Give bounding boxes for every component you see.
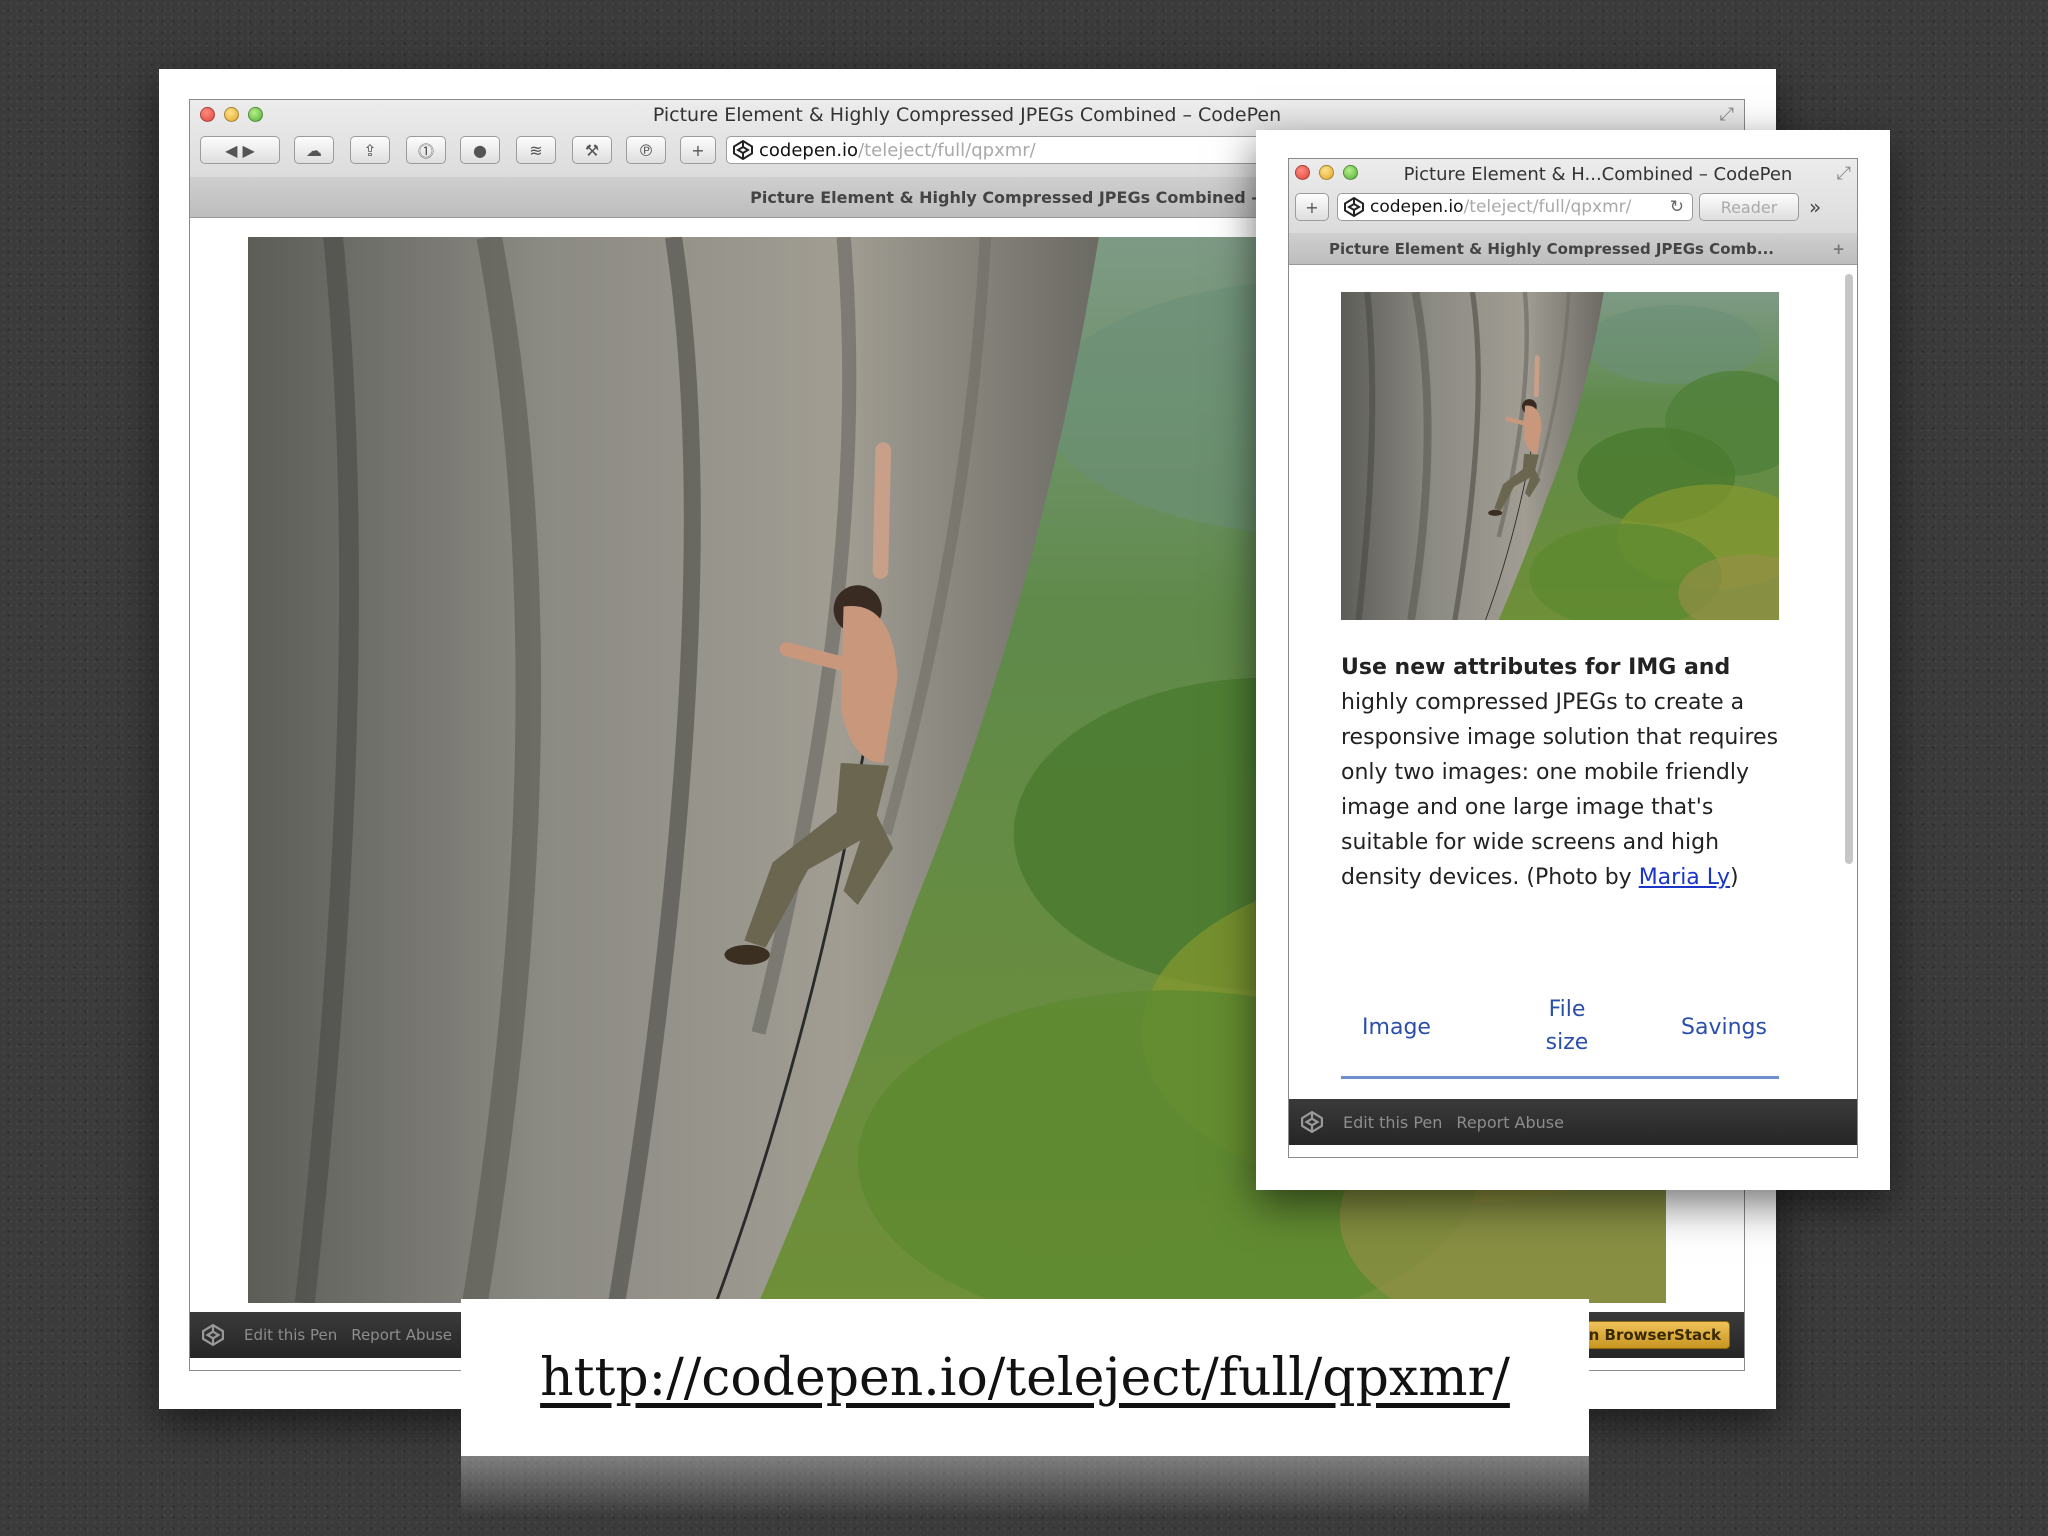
table-header-image: Image: [1362, 1015, 1431, 1040]
small-new-tab-button[interactable]: +: [1295, 193, 1329, 221]
address-host: codepen.io: [759, 139, 859, 161]
small-address-host: codepen.io: [1370, 197, 1464, 217]
small-codepen-footer-icon: [1301, 1111, 1323, 1133]
caption-url-link[interactable]: http://codepen.io/teleject/full/qpxmr/: [540, 1348, 1510, 1408]
caption-reflection: [461, 1456, 1589, 1516]
chevron-right-icon[interactable]: »: [1809, 195, 1821, 219]
table-header-rule: [1341, 1076, 1779, 1079]
description-bold: Use new attributes for IMG and: [1341, 655, 1731, 680]
share-icon[interactable]: ⇪: [350, 136, 390, 164]
reload-icon[interactable]: ↻: [1670, 197, 1684, 217]
small-fullscreen-icon[interactable]: ⤢: [1837, 163, 1851, 184]
small-window-frame: Picture Element & H...Combined – CodePen…: [1256, 130, 1890, 1190]
small-address-bar[interactable]: codepen.io/teleject/full/qpxmr/ ↻: [1337, 193, 1693, 221]
pinterest-icon[interactable]: ℗: [626, 136, 666, 164]
description-text: Use new attributes for IMG and highly co…: [1341, 650, 1791, 895]
small-climber-photo: [1341, 292, 1779, 620]
layers-icon[interactable]: ≋: [516, 136, 556, 164]
description-end: ): [1730, 865, 1739, 890]
table-header-savings: Savings: [1681, 1015, 1767, 1040]
small-report-abuse-link[interactable]: Report Abuse: [1456, 1113, 1564, 1132]
small-codepen-icon: [1344, 197, 1364, 217]
codepen-footer-icon: [202, 1324, 224, 1346]
small-zoom-button[interactable]: [1343, 165, 1358, 180]
report-abuse-link[interactable]: Report Abuse: [351, 1326, 452, 1344]
small-edit-pen-link[interactable]: Edit this Pen: [1343, 1113, 1442, 1132]
small-address-path: /teleject/full/qpxmr/: [1463, 197, 1632, 217]
small-window-title: Picture Element & H...Combined – CodePen: [1403, 164, 1793, 185]
back-forward-button[interactable]: ◀ ▶: [200, 136, 280, 164]
main-window-title: Picture Element & Highly Compressed JPEG…: [652, 104, 1282, 126]
add-tab-icon[interactable]: +: [1832, 240, 1845, 258]
small-climber-photo-svg: [1341, 292, 1779, 620]
small-tab-title[interactable]: Picture Element & Highly Compressed JPEG…: [1329, 240, 1774, 258]
address-path: /teleject/full/qpxmr/: [858, 139, 1036, 161]
table-header-file-size: File size: [1545, 997, 1589, 1055]
small-browser-window: Picture Element & H...Combined – CodePen…: [1288, 158, 1858, 1158]
small-footer-bar: Edit this Pen Report Abuse: [1289, 1099, 1857, 1145]
photo-credit-link[interactable]: Maria Ly: [1639, 865, 1730, 890]
small-scrollbar[interactable]: [1845, 274, 1853, 864]
small-traffic-lights: [1295, 165, 1358, 180]
icloud-icon[interactable]: ☁: [294, 136, 334, 164]
codepen-icon: [733, 140, 753, 160]
description-body: highly compressed JPEGs to create a resp…: [1341, 690, 1779, 890]
small-tab-bar: Picture Element & Highly Compressed JPEG…: [1289, 233, 1857, 265]
url-caption-card: http://codepen.io/teleject/full/qpxmr/: [461, 1299, 1589, 1456]
password-extension-icon[interactable]: ⓵: [406, 136, 446, 164]
small-minimize-button[interactable]: [1319, 165, 1334, 180]
fullscreen-icon[interactable]: ⤢: [1720, 104, 1734, 125]
main-tab-title[interactable]: Picture Element & Highly Compressed JPEG…: [750, 188, 1344, 207]
small-close-button[interactable]: [1295, 165, 1310, 180]
wrench-icon[interactable]: ⚒: [572, 136, 612, 164]
edit-pen-link[interactable]: Edit this Pen: [244, 1326, 337, 1344]
reader-button[interactable]: Reader: [1699, 193, 1799, 221]
extension-icon[interactable]: ●: [460, 136, 500, 164]
new-tab-button[interactable]: +: [680, 136, 716, 164]
